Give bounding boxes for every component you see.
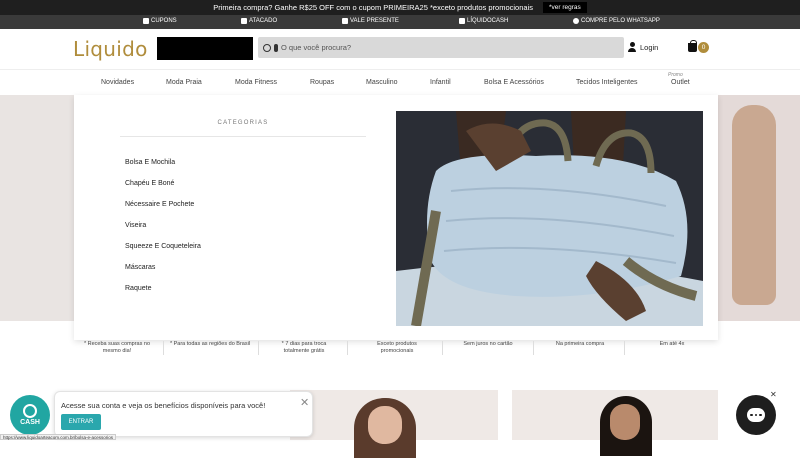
nav-item-tecidos-inteligentes[interactable]: Tecidos Inteligentes — [576, 79, 637, 86]
category-bolsa-mochila[interactable]: Bolsa E Mochila — [125, 159, 175, 166]
top-link-atacado[interactable]: ATACADO — [241, 18, 277, 24]
category-mascaras[interactable]: Máscaras — [125, 264, 155, 271]
product-card[interactable] — [512, 390, 718, 456]
wallet-icon — [459, 18, 465, 24]
nav-item-bolsa-acessorios[interactable]: Bolsa E Acessórios — [484, 79, 544, 86]
brand-logo[interactable]: Liquido — [73, 37, 148, 61]
dropdown-feature-image[interactable] — [396, 111, 703, 326]
categories-heading: CATEGORIAS — [217, 120, 269, 126]
divider — [120, 136, 366, 137]
model-face — [610, 404, 640, 440]
hero-banner-left[interactable] — [0, 95, 74, 321]
benefit-text: * Para todas as regiões do Brasil — [169, 341, 251, 347]
benefit-divider — [442, 341, 443, 355]
nav-item-roupas[interactable]: Roupas — [310, 79, 334, 86]
benefit-text: Em até 4x — [659, 341, 685, 347]
nav-item-masculino[interactable]: Masculino — [366, 79, 398, 86]
bag-photo — [396, 111, 703, 326]
promo-bar: Primeira compra? Ganhe R$25 OFF com o cu… — [0, 0, 800, 15]
status-url: https://www.liquidoarteacom.com.br/bolsa… — [0, 434, 117, 440]
hero-banner-right[interactable] — [718, 95, 800, 321]
benefit-divider — [347, 341, 348, 355]
top-link-cupons[interactable]: CUPONS — [143, 18, 177, 24]
search-input[interactable]: O que você procura? — [258, 37, 624, 58]
model-face — [368, 406, 402, 444]
category-chapeu-bone[interactable]: Chapéu E Boné — [125, 180, 174, 187]
shopping-bag-icon — [688, 40, 697, 52]
rules-button[interactable]: *ver regras — [542, 2, 587, 13]
search-placeholder: O que você procura? — [281, 43, 352, 52]
tag-icon — [143, 18, 149, 24]
toast-message: Acesse sua conta e veja os benefícios di… — [61, 401, 266, 410]
site-header: Liquido O que você procura? Login 0 — [0, 29, 800, 69]
enter-button[interactable]: ENTRAR — [61, 414, 101, 430]
microphone-icon[interactable] — [274, 43, 278, 52]
benefit-text: * Receba suas compras no mesmo dia! — [83, 341, 151, 355]
whatsapp-icon — [573, 18, 579, 24]
category-viseira[interactable]: Viseira — [125, 222, 146, 229]
close-icon[interactable]: ✕ — [300, 396, 309, 409]
login-toast: Acesse sua conta e veja os benefícios di… — [54, 391, 313, 437]
main-nav: Novidades Moda Praia Moda Fitness Roupas… — [0, 69, 800, 95]
benefit-text: Sem juros no cartão — [463, 341, 513, 347]
nav-item-infantil[interactable]: Infantil — [430, 79, 451, 86]
nav-item-novidades[interactable]: Novidades — [101, 79, 134, 86]
outlet-promo-tag: Promo — [668, 72, 683, 78]
model-arm — [732, 105, 776, 305]
benefit-divider — [533, 341, 534, 355]
top-links-bar: CUPONS ATACADO VALE PRESENTE LÍQUIDOCASH… — [0, 15, 800, 29]
benefit-text: Na primeira compra — [555, 341, 605, 347]
cash-widget-button[interactable]: CASH — [10, 395, 50, 435]
category-necessaire-pochete[interactable]: Nécessaire E Pochete — [125, 201, 194, 208]
nav-item-moda-fitness[interactable]: Moda Fitness — [235, 79, 277, 86]
benefit-divider — [624, 341, 625, 355]
login-button[interactable]: Login — [628, 42, 658, 52]
benefit-text: Exceto produtos promocionais — [377, 341, 417, 355]
chat-close-icon[interactable]: ✕ — [770, 390, 777, 399]
search-icon[interactable] — [263, 43, 271, 52]
top-link-whatsapp[interactable]: COMPRE PELO WHATSAPP — [573, 18, 660, 24]
benefits-row: * Receba suas compras no mesmo dia! * Pa… — [74, 338, 718, 360]
top-link-vale-presente[interactable]: VALE PRESENTE — [342, 18, 399, 24]
product-card[interactable] — [290, 390, 498, 458]
user-icon — [628, 42, 636, 52]
benefit-text: * 7 dias para troca totalmente grátis — [281, 341, 327, 355]
coin-icon — [23, 404, 37, 418]
nav-item-outlet[interactable]: Outlet — [671, 79, 690, 86]
top-link-liquidocash[interactable]: LÍQUIDOCASH — [459, 18, 508, 24]
cash-label: CASH — [20, 419, 40, 426]
chat-button[interactable] — [736, 395, 776, 435]
category-raquete[interactable]: Raquete — [125, 285, 151, 292]
promo-text: Primeira compra? Ganhe R$25 OFF com o cu… — [213, 3, 533, 12]
chat-bubble-icon — [747, 408, 765, 422]
benefit-divider — [163, 341, 164, 355]
cart-count-badge: 0 — [698, 42, 709, 53]
nav-item-moda-praia[interactable]: Moda Praia — [166, 79, 202, 86]
store-icon — [241, 18, 247, 24]
category-squeeze-coqueteleira[interactable]: Squeeze E Coqueteleira — [125, 243, 201, 250]
cart-button[interactable]: 0 — [688, 40, 709, 53]
redacted-banner — [157, 37, 253, 60]
gift-icon — [342, 18, 348, 24]
benefit-divider — [258, 341, 259, 355]
